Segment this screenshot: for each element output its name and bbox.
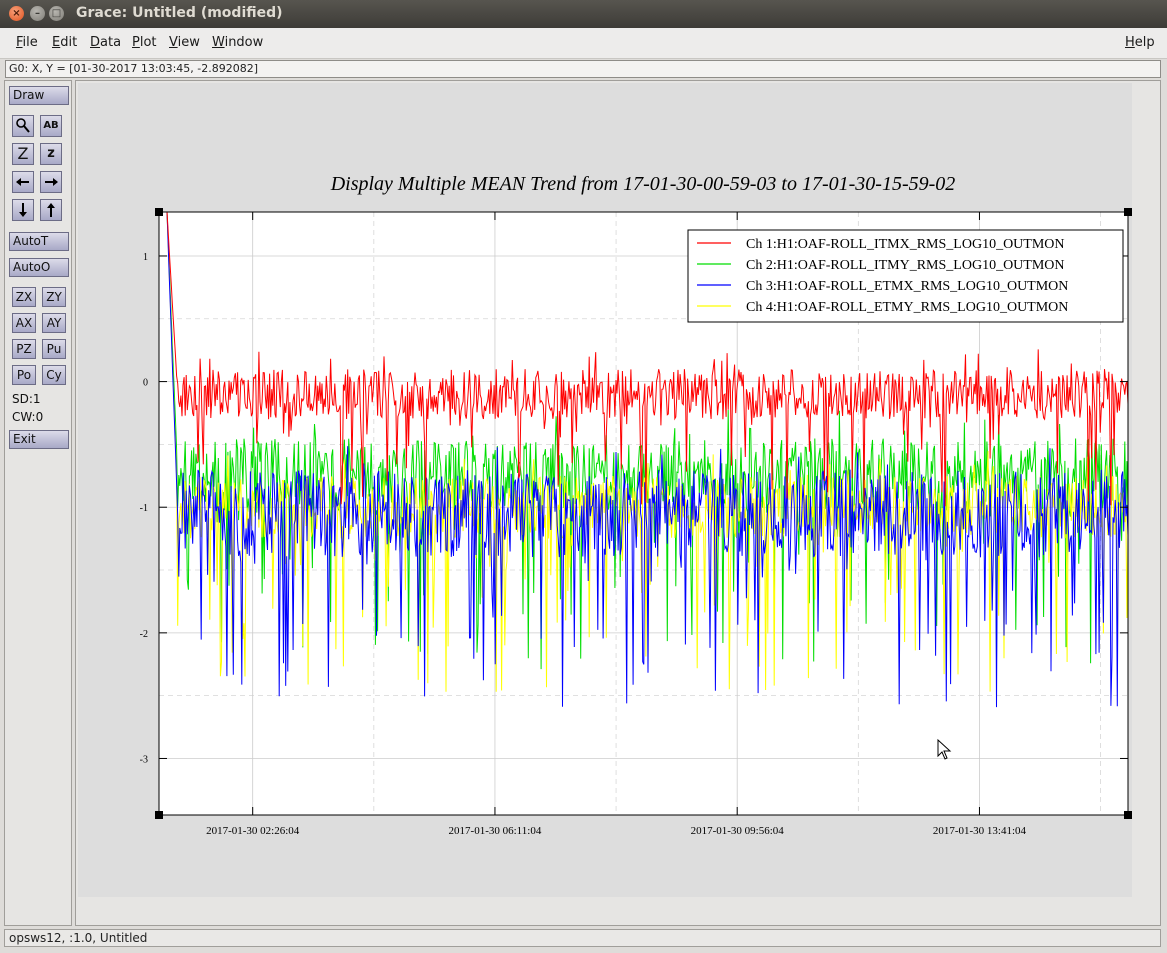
legend-label: Ch 3:H1:OAF-ROLL_ETMX_RMS_LOG10_OUTMON: [746, 279, 1068, 294]
x-tick-label: 2017-01-30 02:26:04: [206, 825, 300, 837]
x-tick-label: 2017-01-30 06:11:04: [449, 825, 542, 837]
legend: Ch 1:H1:OAF-ROLL_ITMX_RMS_LOG10_OUTMON Ch…: [687, 229, 1124, 323]
y-tick-label: -3: [140, 754, 148, 765]
chart-title: Display Multiple MEAN Trend from 17-01-3…: [330, 173, 956, 195]
selection-handle[interactable]: [1124, 208, 1132, 216]
x-tick-label: 2017-01-30 09:56:04: [691, 825, 785, 837]
y-tick-label: -2: [140, 629, 148, 640]
selection-handle[interactable]: [155, 811, 163, 819]
x-tick-label: 2017-01-30 13:41:04: [933, 825, 1027, 837]
legend-label: Ch 1:H1:OAF-ROLL_ITMX_RMS_LOG10_OUTMON: [746, 237, 1065, 252]
y-tick-label: 0: [143, 378, 148, 389]
legend-label: Ch 4:H1:OAF-ROLL_ETMY_RMS_LOG10_OUTMON: [746, 300, 1068, 315]
y-tick-label: -1: [140, 503, 148, 514]
selection-handle[interactable]: [155, 208, 163, 216]
legend-label: Ch 2:H1:OAF-ROLL_ITMY_RMS_LOG10_OUTMON: [746, 258, 1065, 273]
selection-handle[interactable]: [1124, 811, 1132, 819]
trend-chart[interactable]: 1 0 -1 -2 -3 2017-01-30 02:26:04 2017-01-30 0…: [0, 0, 1167, 953]
status-bar: opsws12, :1.0, Untitled: [4, 929, 1161, 947]
y-tick-label: 1: [143, 252, 148, 263]
